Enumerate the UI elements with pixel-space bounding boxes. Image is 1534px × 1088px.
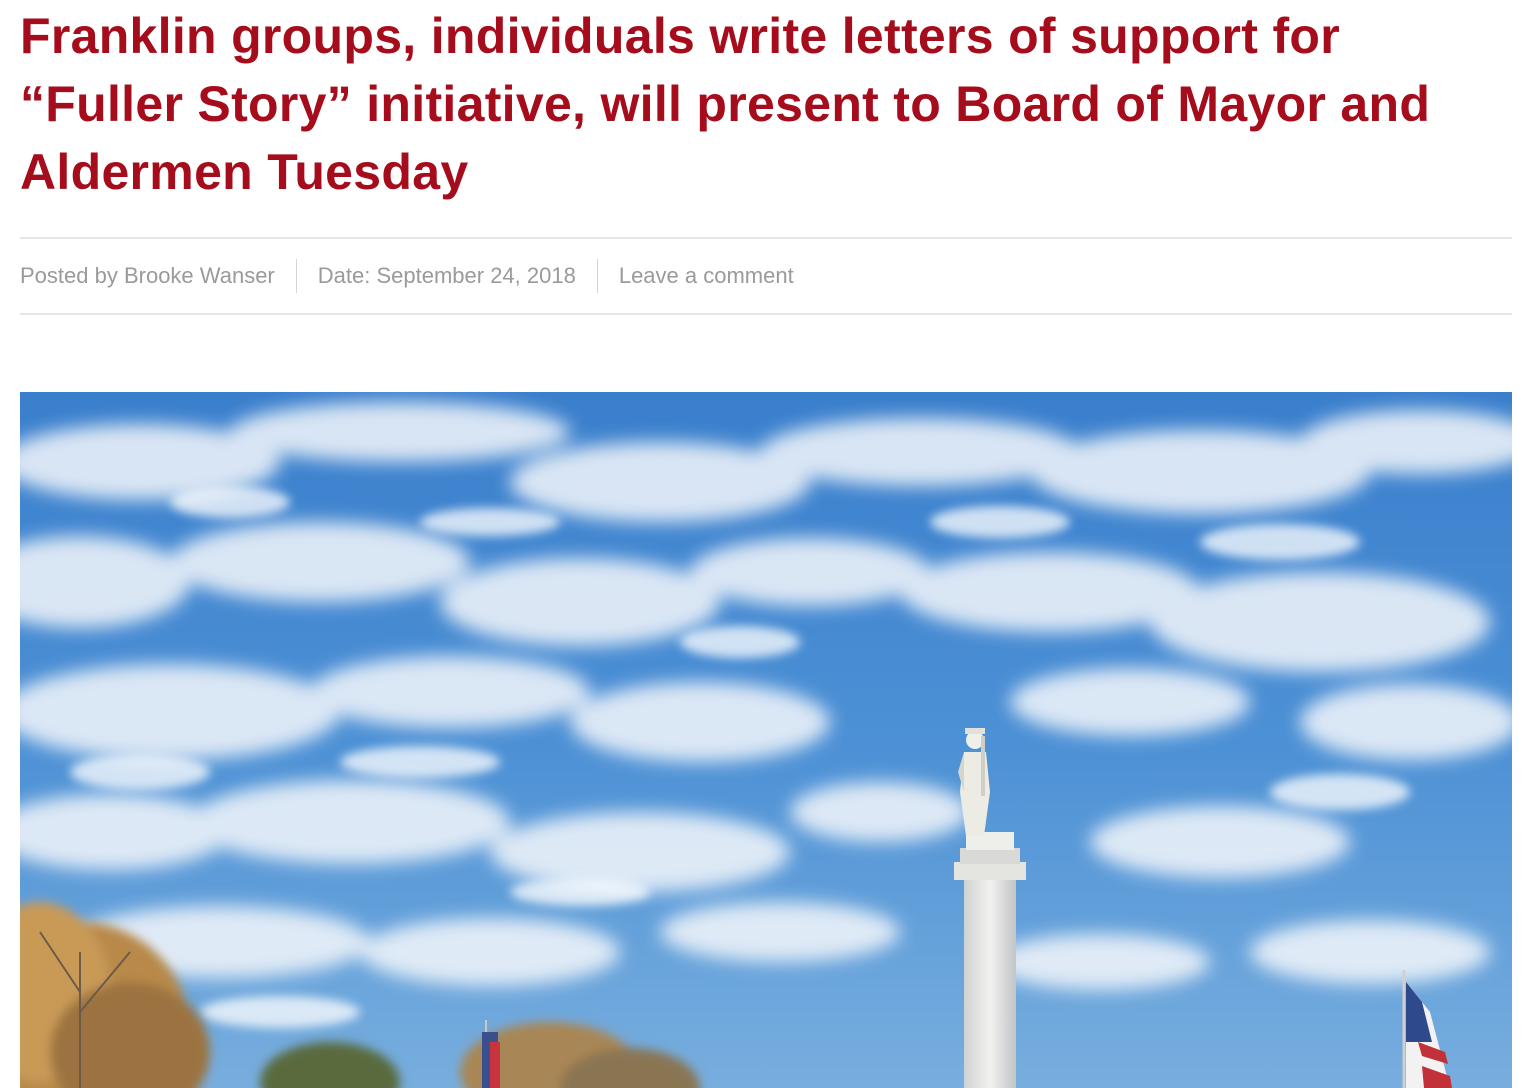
article-title: Franklin groups, individuals write lette… — [20, 8, 1431, 200]
leave-comment-link[interactable]: Leave a comment — [619, 263, 794, 289]
meta-separator — [295, 259, 297, 293]
meta-separator — [596, 259, 598, 293]
meta-divider-bottom — [20, 313, 1512, 315]
post-date: Date: September 24, 2018 — [317, 263, 576, 288]
meta-divider-top — [20, 237, 1512, 239]
article-meta-bar: Posted by Brooke Wanser Date: September … — [20, 259, 794, 293]
author-byline: Posted by Brooke Wanser — [20, 263, 275, 288]
featured-image — [20, 392, 1512, 1088]
article-page: Franklin groups, individuals write lette… — [0, 0, 1534, 1088]
monument-photo — [20, 392, 1512, 1088]
